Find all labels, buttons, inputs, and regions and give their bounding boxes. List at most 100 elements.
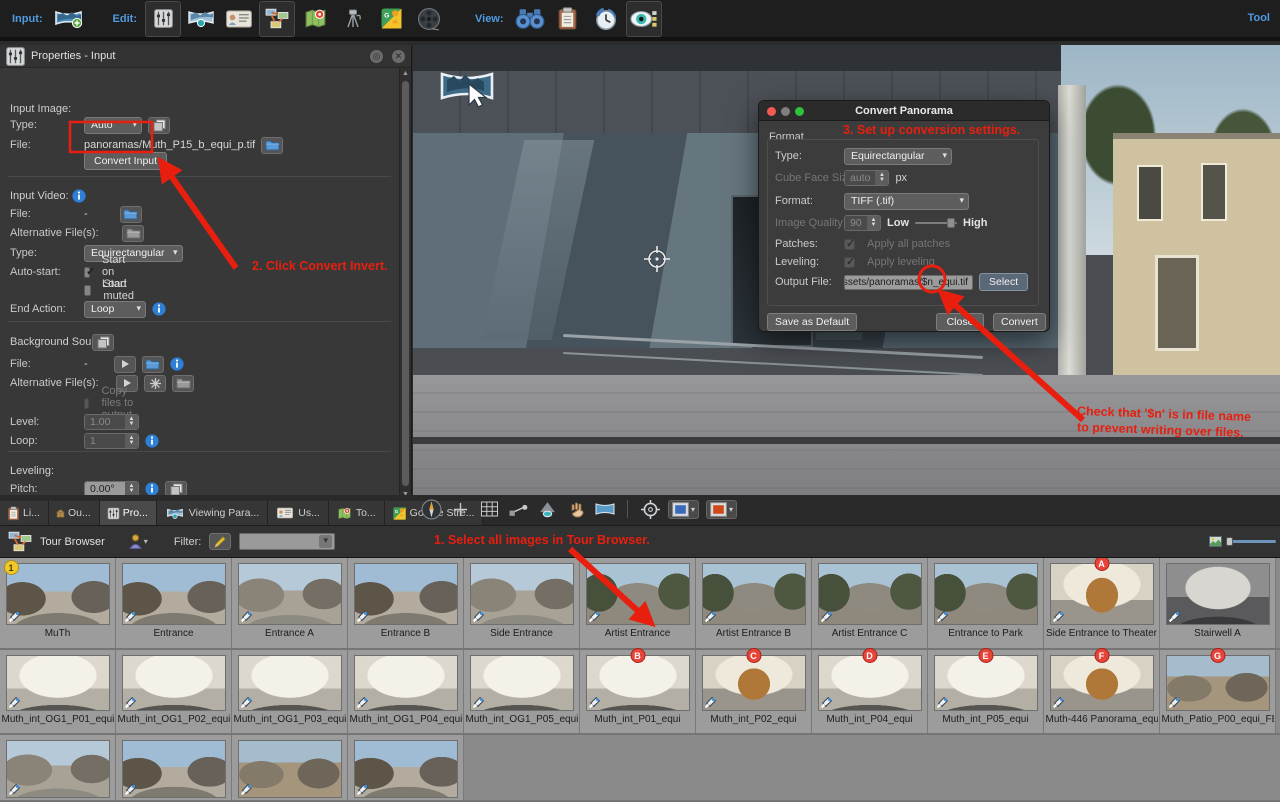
- save-as-default-button[interactable]: Save as Default: [767, 313, 858, 331]
- copy-settings-button[interactable]: [148, 116, 170, 134]
- projection-button[interactable]: [536, 498, 558, 520]
- dialog-titlebar[interactable]: Convert Panorama: [759, 101, 1049, 121]
- tour-item-side-entrance[interactable]: Side Entrance: [464, 558, 580, 648]
- view-mode-blue-button[interactable]: ▾: [668, 499, 700, 519]
- time-button[interactable]: [420, 498, 442, 520]
- filter-dropdown[interactable]: [239, 533, 336, 550]
- browse-alt-files-button[interactable]: [122, 224, 144, 242]
- components-list-button[interactable]: [550, 1, 586, 37]
- properties-button[interactable]: [145, 0, 181, 37]
- apply-patches-checkbox[interactable]: [844, 237, 855, 250]
- browse-sound-button[interactable]: [141, 355, 164, 373]
- map-button[interactable]: [297, 1, 333, 37]
- view-mode-red-button[interactable]: ▾: [706, 499, 738, 519]
- apply-leveling-checkbox[interactable]: [844, 255, 855, 268]
- copy-sound-button[interactable]: [92, 333, 114, 351]
- patch-tool-button[interactable]: [335, 1, 371, 37]
- info-icon[interactable]: [152, 302, 166, 316]
- viewing-parameters-button[interactable]: [183, 1, 219, 37]
- animation-button[interactable]: [588, 1, 624, 37]
- start-on-load-checkbox[interactable]: [84, 265, 95, 278]
- close-panel-button[interactable]: ✕: [392, 49, 405, 63]
- tour-item-muth-int-og1-p05-equi[interactable]: Muth_int_OG1_P05_equi: [464, 650, 580, 733]
- tour-item-muth-int-p01-equi[interactable]: B Muth_int_P01_equi: [580, 648, 696, 733]
- grid-button[interactable]: [478, 498, 500, 520]
- tour-item-muth-int-og1-p03-equi[interactable]: Muth_int_OG1_P03_equi: [232, 650, 348, 733]
- tab-ou[interactable]: Ou...: [48, 501, 100, 525]
- tour-browser-button[interactable]: [259, 0, 295, 37]
- preview-button[interactable]: [625, 0, 662, 37]
- output-file-input[interactable]: th-Assets/panoramas/$n_equi.tif: [844, 274, 973, 290]
- tour-item-muth-patio-p00-equi-fb[interactable]: G Muth_Patio_P00_equi_FB: [1160, 648, 1276, 733]
- copy-files-checkbox[interactable]: [84, 397, 90, 409]
- cube-face-size-stepper[interactable]: auto ▲ ▼: [844, 170, 890, 186]
- tour-item-entrance[interactable]: Entrance: [116, 558, 232, 648]
- info-icon[interactable]: [170, 357, 184, 371]
- tour-item-muth-int-p05-equi[interactable]: E Muth_int_P05_equi: [928, 648, 1044, 733]
- info-icon[interactable]: [145, 434, 159, 448]
- dlg-type-dropdown[interactable]: Equirectangular: [844, 147, 952, 165]
- tab-li[interactable]: Li...: [0, 501, 49, 525]
- convert-input-button[interactable]: Convert Input: [84, 152, 168, 170]
- image-quality-stepper[interactable]: 90 ▲ ▼: [844, 215, 881, 231]
- tour-item-muth[interactable]: 1 MuTh: [0, 558, 116, 648]
- quality-slider[interactable]: [915, 218, 957, 228]
- video-button[interactable]: [411, 1, 447, 37]
- tab-viewing para[interactable]: Viewing Para...: [156, 501, 269, 525]
- scroll-up-arrow[interactable]: ▲: [400, 68, 411, 79]
- node-tool-button[interactable]: [507, 498, 529, 520]
- tour-item-entrance-b[interactable]: Entrance B: [348, 558, 464, 648]
- center-view-button[interactable]: [639, 498, 661, 520]
- end-action-dropdown[interactable]: Loop: [84, 300, 146, 318]
- thumbnail-size-slider[interactable]: [1226, 537, 1276, 546]
- user-data-button[interactable]: [221, 1, 257, 37]
- start-muted-checkbox[interactable]: [84, 284, 92, 296]
- convert-sound-button[interactable]: [144, 374, 166, 392]
- tour-item-muth-int-og1-p01-equi[interactable]: Muth_int_OG1_P01_equi: [0, 650, 116, 733]
- tour-item-entrance-a[interactable]: Entrance A: [232, 558, 348, 648]
- tour-item[interactable]: [0, 735, 116, 800]
- tour-item[interactable]: [348, 735, 464, 800]
- browse-alt-sound-button[interactable]: [172, 374, 194, 392]
- info-icon[interactable]: [145, 482, 159, 496]
- pan-tool-button[interactable]: [565, 498, 587, 520]
- tour-item-muth-int-og1-p02-equi[interactable]: Muth_int_OG1_P02_equi: [116, 650, 232, 733]
- find-button[interactable]: [512, 1, 548, 37]
- tour-item-artist-entrance[interactable]: Artist Entrance: [580, 558, 696, 648]
- info-icon[interactable]: [72, 189, 86, 203]
- float-panel-button[interactable]: ◎: [370, 49, 383, 63]
- scrollbar-thumb[interactable]: [402, 81, 409, 486]
- sort-dropdown[interactable]: ▾: [128, 534, 148, 549]
- convert-button[interactable]: Convert: [993, 313, 1046, 331]
- browse-file-button[interactable]: [261, 136, 284, 154]
- close-dialog-button[interactable]: Close: [936, 313, 984, 331]
- tour-item-muth-int-p04-equi[interactable]: D Muth_int_P04_equi: [812, 648, 928, 733]
- tab-to[interactable]: To...: [328, 501, 385, 525]
- tour-item-artist-entrance-b[interactable]: Artist Entrance B: [696, 558, 812, 648]
- panel-scrollbar[interactable]: ▲ ▼: [399, 68, 411, 500]
- loop-stepper[interactable]: 1 ▲ ▼: [84, 433, 139, 449]
- level-stepper[interactable]: 1.00 ▲ ▼: [84, 414, 139, 430]
- tour-item[interactable]: [116, 735, 232, 800]
- tab-us[interactable]: Us...: [268, 501, 329, 525]
- play-sound-button[interactable]: [113, 355, 136, 373]
- tour-item-muth-int-og1-p04-equi[interactable]: Muth_int_OG1_P04_equi: [348, 650, 464, 733]
- input-type-dropdown[interactable]: Auto: [84, 116, 142, 134]
- edit-filter-button[interactable]: [209, 533, 232, 550]
- tour-item-muth-int-p02-equi[interactable]: C Muth_int_P02_equi: [696, 648, 812, 733]
- panorama-mode-button[interactable]: [594, 498, 616, 520]
- tour-item-muth-446-panorama-equi[interactable]: F Muth-446 Panorama_equi: [1044, 648, 1160, 733]
- add-point-button[interactable]: [449, 498, 471, 520]
- tour-item[interactable]: [232, 735, 348, 800]
- input-panorama-button[interactable]: [51, 1, 87, 37]
- tour-item-entrance-to-park[interactable]: Entrance to Park: [928, 558, 1044, 648]
- zoom-window-button[interactable]: [795, 107, 804, 116]
- select-output-button[interactable]: Select: [979, 273, 1029, 291]
- minimize-window-button[interactable]: [781, 107, 790, 116]
- tour-item-stairwell-a[interactable]: Stairwell A: [1160, 558, 1276, 648]
- tour-item-side-entrance-to-theater[interactable]: A Side Entrance to Theater: [1044, 558, 1160, 648]
- close-window-button[interactable]: [767, 107, 776, 116]
- tab-pro[interactable]: Pro...: [99, 501, 157, 525]
- tour-item-artist-entrance-c[interactable]: Artist Entrance C: [812, 558, 928, 648]
- street-view-button[interactable]: G: [373, 1, 409, 37]
